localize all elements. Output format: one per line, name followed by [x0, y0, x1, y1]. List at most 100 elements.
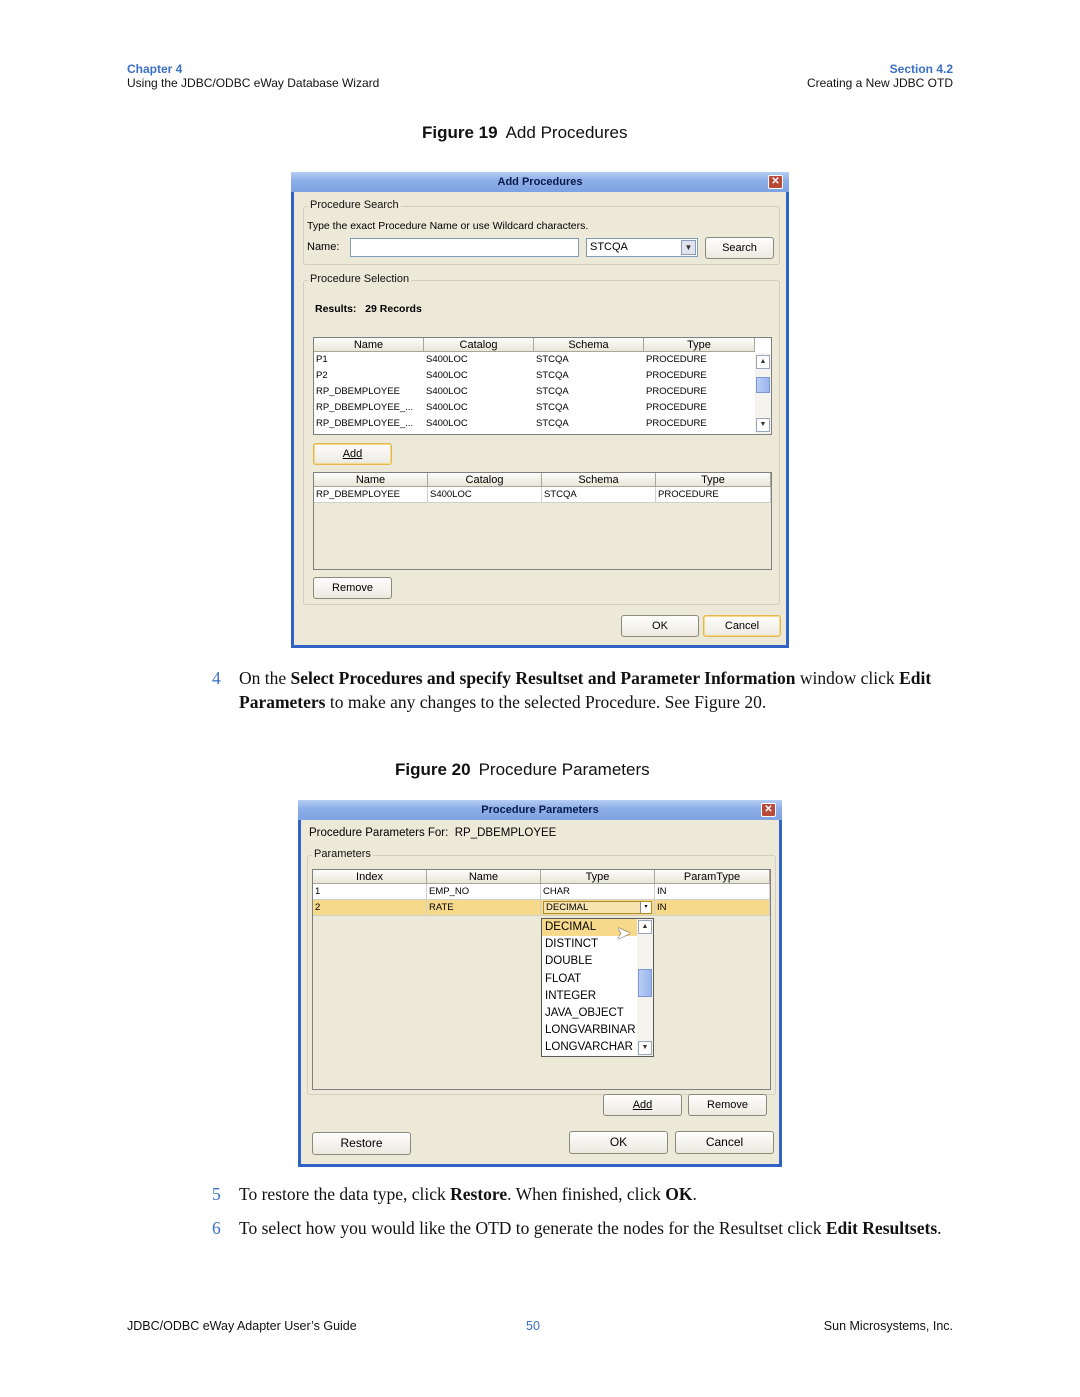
group-label: Parameters — [312, 848, 373, 860]
cancel-button[interactable]: Cancel — [675, 1131, 774, 1154]
scroll-thumb[interactable] — [638, 969, 652, 997]
table-cell: PROCEDURE — [646, 418, 707, 429]
cancel-button[interactable]: Cancel — [703, 615, 781, 637]
remove-parameter-button[interactable]: Remove — [688, 1094, 767, 1116]
table-cell: EMP_NO — [427, 884, 541, 900]
table-cell: RP_DBEMPLOYEE — [316, 386, 400, 397]
figure-19-caption: Figure 19 Add Procedures — [422, 123, 628, 143]
scroll-thumb[interactable] — [756, 377, 770, 393]
type-combo[interactable]: DECIMAL ▾ — [543, 901, 652, 914]
type-dropdown-list[interactable]: DECIMAL DISTINCT DOUBLE FLOAT INTEGER JAVA_OB… — [541, 918, 654, 1057]
table-cell: PROCEDURE — [646, 370, 707, 381]
parameters-table-body: 1 EMP_NO CHAR IN 2 RATE DECIMAL ▾ IN — [313, 884, 770, 916]
chevron-down-icon[interactable]: ▼ — [681, 240, 696, 255]
figure-label: Figure 19 — [422, 123, 498, 142]
column-header-schema[interactable]: Schema — [534, 338, 644, 351]
table-cell: S400LOC — [426, 418, 468, 429]
table-cell: 2 — [313, 900, 427, 916]
table-row[interactable]: 1 EMP_NO CHAR IN — [313, 884, 770, 900]
remove-button-label: Remove — [332, 582, 373, 594]
results-table-header: Name Catalog Schema Type — [314, 338, 755, 352]
step-text: to make any changes to the selected Proc… — [325, 692, 767, 712]
add-parameter-button[interactable]: Add — [603, 1094, 682, 1116]
dropdown-option[interactable]: DOUBLE — [542, 953, 638, 970]
procedure-name: RP_DBEMPLOYEE — [454, 827, 557, 839]
dropdown-scrollbar[interactable]: ▲ ▼ — [637, 919, 653, 1056]
table-row[interactable]: RP_DBEMPLOYEE_... S400LOC STCQA PROCEDURE — [314, 400, 755, 416]
close-icon[interactable]: ✕ — [761, 803, 776, 817]
column-header-schema[interactable]: Schema — [542, 473, 656, 486]
ok-button-label: OK — [609, 1135, 628, 1149]
selected-table: Name Catalog Schema Type RP_DBEMPLOYEE S4… — [313, 472, 772, 570]
step-bold: Restore — [450, 1184, 508, 1204]
ok-button[interactable]: OK — [621, 615, 699, 637]
column-header-name[interactable]: Name — [314, 338, 424, 351]
table-cell: IN — [655, 884, 770, 900]
dialog-title-bar: Add Procedures ✕ — [291, 172, 789, 192]
chapter-title: Using the JDBC/ODBC eWay Database Wizard — [127, 76, 380, 90]
scroll-up-icon[interactable]: ▲ — [638, 920, 652, 934]
results-count: Results: 29 Records — [315, 303, 422, 315]
parameters-table-header: Index Name Type ParamType — [313, 870, 770, 884]
column-header-name[interactable]: Name — [314, 473, 428, 486]
column-header-paramtype[interactable]: ParamType — [655, 870, 770, 883]
schema-combo[interactable]: STCQA ▼ — [586, 238, 698, 257]
ok-button-label: OK — [652, 620, 668, 632]
table-row[interactable]: RP_DBEMPLOYEE S400LOC STCQA PROCEDURE — [314, 384, 755, 400]
step-6: 6 To select how you would like the OTD t… — [212, 1216, 959, 1240]
dropdown-option[interactable]: FLOAT — [542, 971, 638, 988]
table-cell: PROCEDURE — [656, 487, 771, 503]
restore-button[interactable]: Restore — [312, 1132, 411, 1155]
dropdown-option[interactable]: JAVA_OBJECT — [542, 1005, 638, 1022]
search-button[interactable]: Search — [705, 237, 774, 259]
table-cell: P1 — [316, 354, 328, 365]
table-cell: STCQA — [542, 487, 656, 503]
scroll-up-icon[interactable]: ▲ — [756, 355, 770, 369]
add-button[interactable]: Add — [313, 443, 392, 465]
results-scrollbar[interactable]: ▲ ▼ — [755, 353, 771, 434]
column-header-type[interactable]: Type — [541, 870, 655, 883]
step-number: 6 — [212, 1218, 221, 1238]
remove-button[interactable]: Remove — [313, 577, 392, 599]
step-number: 5 — [212, 1184, 221, 1204]
procedure-name-input[interactable] — [350, 238, 579, 257]
column-header-index[interactable]: Index — [313, 870, 427, 883]
table-cell: S400LOC — [426, 402, 468, 413]
step-text: To restore the data type, click — [239, 1184, 451, 1204]
figure-20-caption: Figure 20 Procedure Parameters — [395, 760, 650, 780]
table-row[interactable]: P1 S400LOC STCQA PROCEDURE — [314, 352, 755, 368]
column-header-type[interactable]: Type — [644, 338, 755, 351]
dropdown-option[interactable]: LONGVARCHAR — [542, 1039, 638, 1056]
scroll-down-icon[interactable]: ▼ — [756, 418, 770, 432]
table-cell: PROCEDURE — [646, 354, 707, 365]
column-header-name[interactable]: Name — [427, 870, 541, 883]
table-cell: RP_DBEMPLOYEE — [314, 487, 428, 503]
close-icon[interactable]: ✕ — [768, 175, 783, 189]
table-cell: RP_DBEMPLOYEE_... — [316, 418, 414, 429]
table-cell: S400LOC — [428, 487, 542, 503]
table-cell: RP_DBEMPLOYEE_... — [316, 402, 414, 413]
search-hint: Type the exact Procedure Name or use Wil… — [307, 220, 589, 232]
column-header-type[interactable]: Type — [656, 473, 771, 486]
table-row[interactable]: RP_DBEMPLOYEE S400LOC STCQA PROCEDURE — [314, 487, 771, 503]
table-row[interactable]: 2 RATE DECIMAL ▾ IN — [313, 900, 770, 916]
schema-value: STCQA — [590, 241, 628, 253]
ok-button[interactable]: OK — [569, 1131, 668, 1154]
cancel-button-label: Cancel — [724, 620, 760, 632]
name-label: Name: — [307, 241, 340, 253]
procedure-search-group: Procedure Search Type the exact Procedur… — [303, 199, 780, 265]
remove-button-label: Remove — [707, 1099, 748, 1111]
column-header-catalog[interactable]: Catalog — [428, 473, 542, 486]
table-cell: P2 — [316, 370, 328, 381]
table-row[interactable]: RP_DBEMPLOYEE_... S400LOC STCQA PROCEDURE — [314, 416, 755, 432]
table-cell: IN — [655, 900, 770, 916]
dialog-title-bar: Procedure Parameters ✕ — [298, 800, 782, 820]
table-row[interactable]: P2 S400LOC STCQA PROCEDURE — [314, 368, 755, 384]
chevron-down-icon[interactable]: ▾ — [640, 902, 651, 913]
column-header-catalog[interactable]: Catalog — [424, 338, 534, 351]
scroll-down-icon[interactable]: ▼ — [638, 1041, 652, 1055]
dropdown-option[interactable]: LONGVARBINAR — [542, 1022, 638, 1039]
dropdown-option[interactable]: INTEGER — [542, 988, 638, 1005]
table-cell: STCQA — [536, 386, 569, 397]
section-label: Section 4.2 — [889, 62, 953, 76]
